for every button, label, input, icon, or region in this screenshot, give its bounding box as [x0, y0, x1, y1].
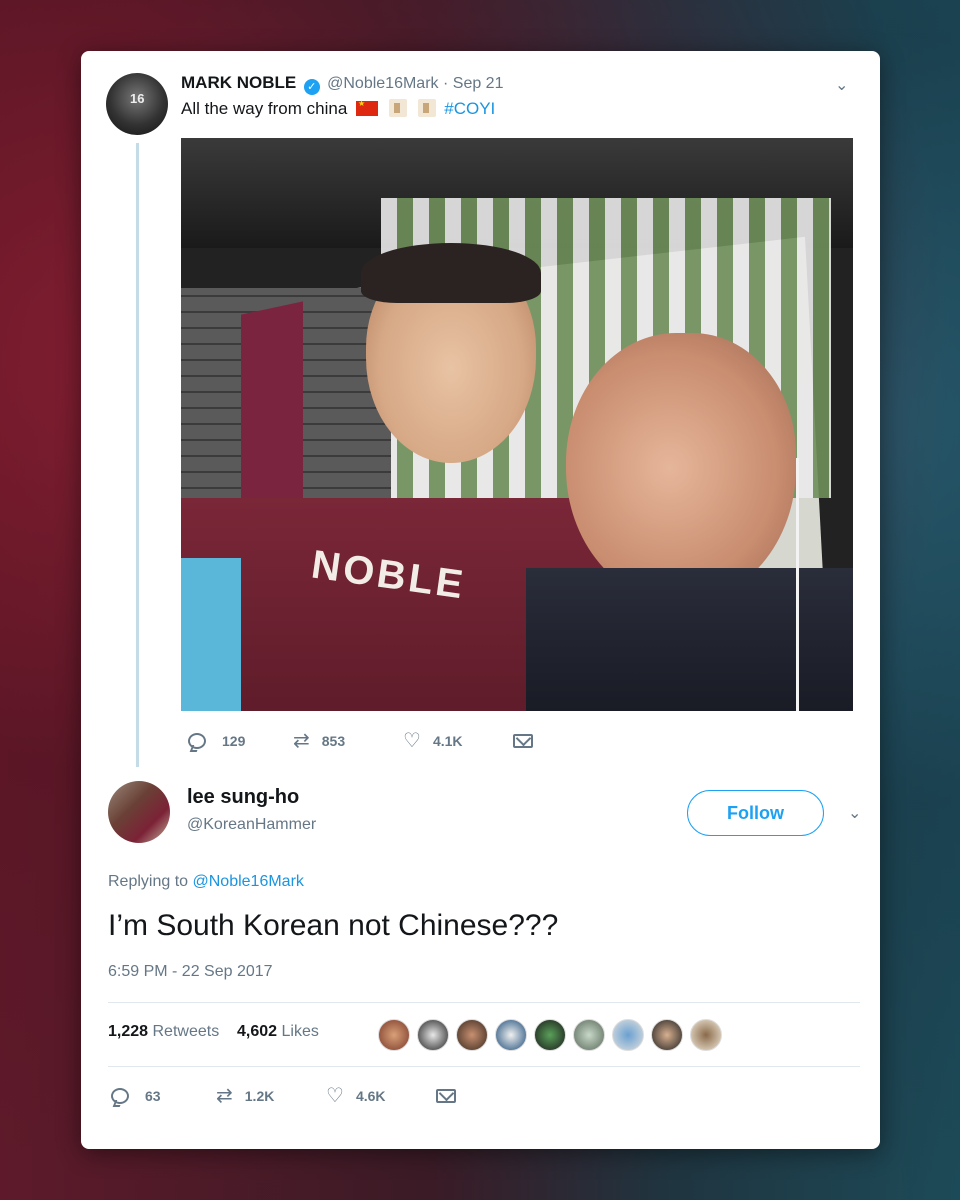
reply-icon	[188, 733, 206, 749]
mail-icon	[513, 734, 533, 748]
tweet-text: All the way from china #COYI	[181, 99, 495, 119]
mail-icon	[436, 1089, 456, 1103]
tweet-header: MARK NOBLE ✓ @Noble16Mark · Sep 21	[181, 73, 503, 95]
follow-button[interactable]: Follow	[687, 790, 824, 836]
like-button[interactable]: ♡ 4.6K	[326, 1085, 436, 1107]
tweet-body: All the way from china	[181, 99, 348, 118]
reply-avatar[interactable]	[108, 781, 170, 843]
liker-avatar[interactable]	[495, 1019, 527, 1051]
tweet-date[interactable]: Sep 21	[453, 75, 504, 92]
chevron-down-icon[interactable]: ⌄	[848, 803, 861, 823]
retweet-icon: ⇄	[216, 1085, 233, 1107]
liker-avatar[interactable]	[651, 1019, 683, 1051]
avatar[interactable]: 16	[106, 73, 168, 135]
replying-to: Replying to @Noble16Mark	[108, 873, 304, 890]
reply-text: I’m South Korean not Chinese???	[108, 909, 559, 942]
retweets-stat[interactable]: 1,228 Retweets	[108, 1023, 219, 1040]
liker-avatar[interactable]	[612, 1019, 644, 1051]
reply-icon	[111, 1088, 129, 1104]
tweet-card: 16 MARK NOBLE ✓ @Noble16Mark · Sep 21 ⌄ …	[81, 51, 880, 1149]
reply-actions: 63 ⇄ 1.2K ♡ 4.6K	[111, 1085, 456, 1107]
verified-icon: ✓	[303, 79, 320, 95]
divider	[108, 1066, 860, 1067]
avatar-number: 16	[130, 91, 145, 106]
liker-avatar[interactable]	[690, 1019, 722, 1051]
thread-line	[136, 143, 139, 767]
liker-avatar[interactable]	[378, 1019, 410, 1051]
retweet-button[interactable]: ⇄ 1.2K	[216, 1085, 326, 1107]
dm-button[interactable]	[513, 734, 533, 748]
heart-icon: ♡	[403, 730, 421, 752]
china-flag-icon	[356, 99, 379, 116]
reply-timestamp[interactable]: 6:59 PM - 22 Sep 2017	[108, 963, 273, 981]
like-button[interactable]: ♡ 4.1K	[403, 730, 513, 752]
hashtag-link[interactable]: #COYI	[444, 99, 495, 118]
retweet-button[interactable]: ⇄ 853	[293, 730, 403, 752]
author-name[interactable]: MARK NOBLE	[181, 73, 296, 92]
retweet-icon: ⇄	[293, 730, 310, 752]
author-handle[interactable]: @Noble16Mark	[327, 75, 438, 92]
reply-button[interactable]: 63	[111, 1088, 216, 1104]
likes-stat[interactable]: 4,602 Likes	[237, 1023, 319, 1040]
tea-icon	[417, 99, 436, 117]
divider	[108, 1002, 860, 1003]
liker-avatar[interactable]	[456, 1019, 488, 1051]
liker-avatar[interactable]	[534, 1019, 566, 1051]
tweet-photo[interactable]: NOBLE	[181, 138, 853, 711]
chevron-down-icon[interactable]: ⌄	[835, 75, 848, 95]
liker-avatar[interactable]	[417, 1019, 449, 1051]
separator-dot: ·	[442, 75, 449, 92]
tea-icon	[388, 99, 407, 117]
heart-icon: ♡	[326, 1085, 344, 1107]
liker-avatar[interactable]	[573, 1019, 605, 1051]
tweet-actions: 129 ⇄ 853 ♡ 4.1K	[188, 730, 533, 752]
reply-author-handle[interactable]: @KoreanHammer	[187, 816, 316, 834]
liker-avatars	[378, 1019, 729, 1051]
engagement-stats: 1,228 Retweets 4,602 Likes	[108, 1023, 319, 1041]
reply-author-name[interactable]: lee sung-ho	[187, 786, 299, 809]
reply-button[interactable]: 129	[188, 733, 293, 749]
mention-link[interactable]: @Noble16Mark	[193, 873, 304, 890]
dm-button[interactable]	[436, 1089, 456, 1103]
